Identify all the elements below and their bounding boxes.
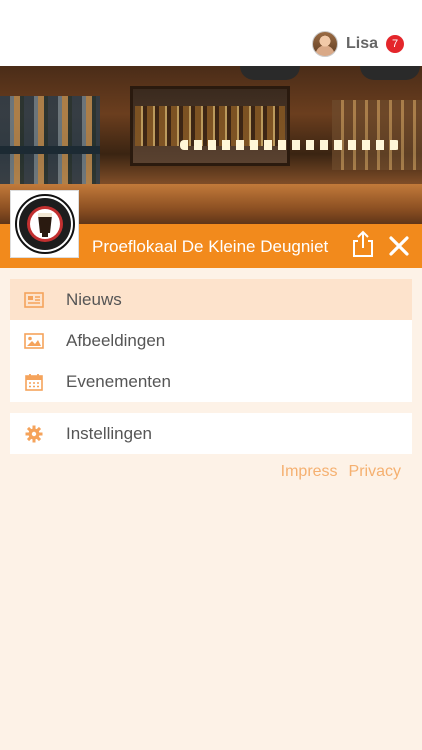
notification-badge[interactable]: 7 xyxy=(386,35,404,53)
menu-label-instellingen: Instellingen xyxy=(66,423,153,443)
newspaper-icon xyxy=(24,290,44,310)
gear-icon xyxy=(24,424,44,444)
venue-logo xyxy=(10,190,79,258)
settings-menu: Instellingen xyxy=(10,413,412,454)
logo-emblem xyxy=(14,194,75,254)
top-bar: Lisa 7 xyxy=(0,0,422,66)
impress-link[interactable]: Impress xyxy=(281,463,338,481)
close-icon xyxy=(389,236,409,256)
menu-item-afbeeldingen[interactable]: Afbeeldingen xyxy=(10,320,412,361)
main-menu: Nieuws Afbeeldingen Evenementen xyxy=(10,279,412,402)
menu-label-afbeeldingen: Afbeeldingen xyxy=(66,330,166,350)
privacy-link[interactable]: Privacy xyxy=(349,463,401,481)
share-button[interactable] xyxy=(350,230,376,258)
image-icon xyxy=(24,331,44,351)
user-name[interactable]: Lisa xyxy=(346,35,378,53)
menu-item-evenementen[interactable]: Evenementen xyxy=(10,361,412,402)
user-profile[interactable]: Lisa 7 xyxy=(311,30,404,58)
footer-links: Impress Privacy xyxy=(281,463,401,481)
share-icon xyxy=(353,230,373,257)
menu-item-instellingen[interactable]: Instellingen xyxy=(10,413,412,454)
venue-title: Proeflokaal De Kleine Deugniet xyxy=(92,237,329,256)
menu-item-nieuws[interactable]: Nieuws xyxy=(10,279,412,320)
menu-label-evenementen: Evenementen xyxy=(66,371,171,391)
menu-label-nieuws: Nieuws xyxy=(66,289,122,309)
calendar-icon xyxy=(24,372,44,392)
avatar[interactable] xyxy=(311,31,338,57)
close-button[interactable] xyxy=(388,235,410,257)
